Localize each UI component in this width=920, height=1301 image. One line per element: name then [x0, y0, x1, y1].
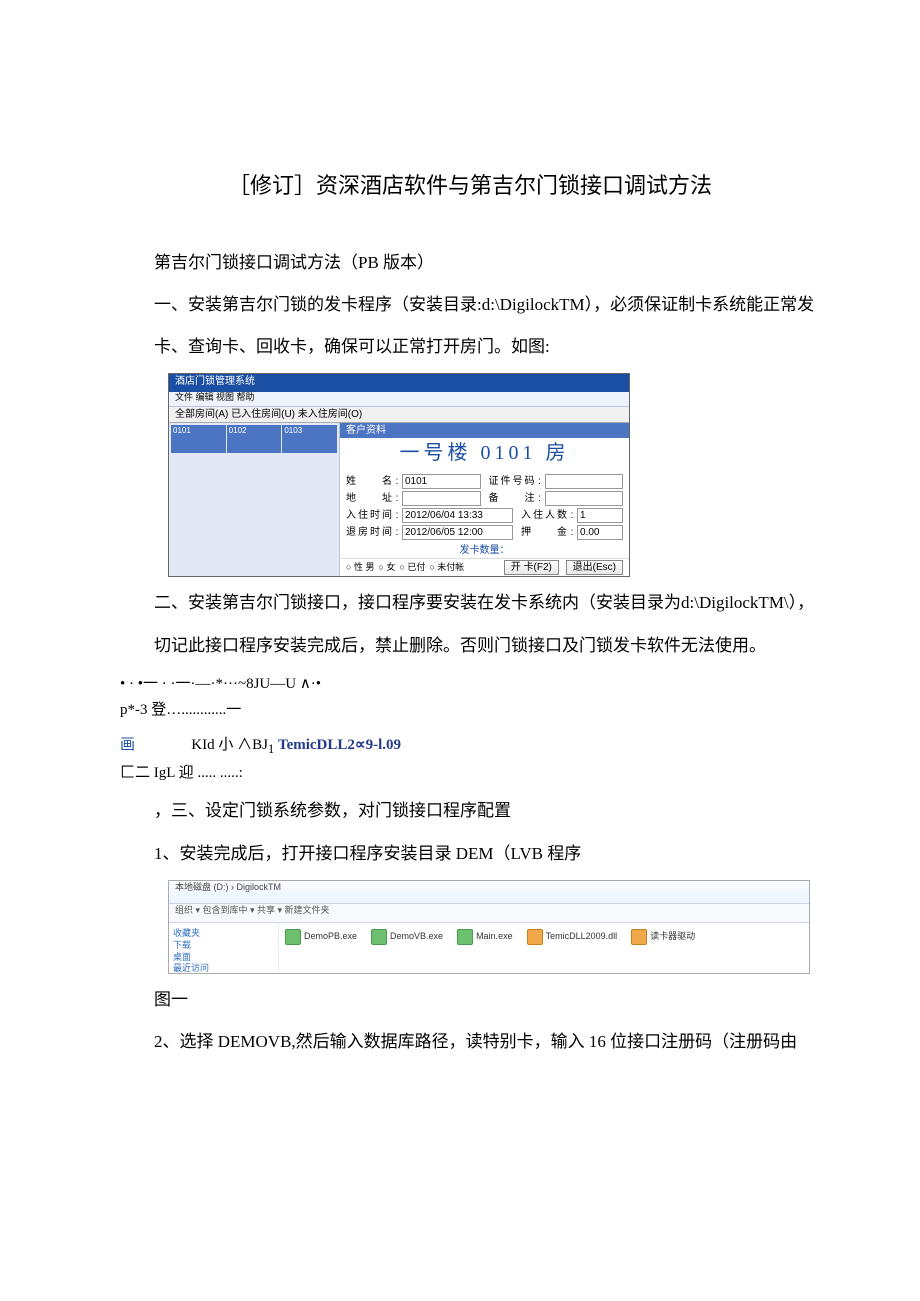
- figure-caption: 图一: [120, 984, 820, 1016]
- sidebar-link[interactable]: 收藏夹: [173, 929, 274, 939]
- exe-icon: [285, 929, 301, 945]
- remark-input[interactable]: [545, 491, 624, 506]
- num-input[interactable]: 1: [577, 508, 623, 523]
- name-input[interactable]: 0101: [402, 474, 481, 489]
- checkin-input[interactable]: 2012/06/04 13:33: [402, 508, 513, 523]
- explorer-sidebar: 收藏夹 下载 桌面 最近访问: [169, 923, 279, 973]
- radio-option[interactable]: ○ 已付: [399, 563, 425, 573]
- checkin-label: 入住时间: [346, 510, 392, 521]
- id-label: 证件号码: [489, 476, 535, 487]
- paragraph-step3: ，三、设定门锁系统参数，对门锁接口程序配置: [120, 795, 820, 827]
- paragraph-step3-2: 2、选择 DEMOVB,然后输入数据库路径，读特别卡，输入 16 位接口注册码（…: [120, 1026, 820, 1058]
- dll-icon: [527, 929, 543, 945]
- room-card[interactable]: 0102: [227, 425, 282, 453]
- screenshot-2: 本地磁盘 (D:) › DigilockTM 组织 ▾ 包含到库中 ▾ 共享 ▾…: [168, 880, 810, 974]
- frag-mid: KId 小 ∧BJ1: [191, 737, 274, 753]
- card-qty-label: 发卡数量：: [340, 544, 629, 558]
- file-item[interactable]: DemoPB.exe: [285, 929, 357, 945]
- checkout-label: 退房时间: [346, 527, 392, 538]
- sidebar-link[interactable]: 下载: [173, 941, 274, 951]
- deposit-input[interactable]: 0.00: [577, 525, 623, 540]
- window-titlebar: 酒店门锁管理系统: [169, 374, 629, 392]
- file-item[interactable]: 读卡器驱动: [631, 929, 695, 945]
- screenshot-1: 酒店门锁管理系统 文件 编辑 视图 帮助 全部房间(A) 已入住房间(U) 未入…: [168, 373, 630, 577]
- name-label: 姓 名: [346, 476, 392, 487]
- id-input[interactable]: [545, 474, 624, 489]
- exe-icon: [457, 929, 473, 945]
- explorer-toolbar[interactable]: 组织 ▾ 包含到库中 ▾ 共享 ▾ 新建文件夹: [169, 904, 809, 923]
- room-card[interactable]: 0103: [282, 425, 337, 453]
- file-pane: DemoPB.exe DemoVB.exe Main.exe TemicDLL2…: [279, 923, 809, 973]
- radio-group[interactable]: ○ 性 男 ○ 女 ○ 已付 ○ 未付帐: [346, 563, 466, 573]
- radio-option[interactable]: ○ 未付帐: [429, 563, 464, 573]
- panel-caption: 客户资料: [340, 423, 629, 438]
- paragraph-intro: 第吉尔门锁接口调试方法（PB 版本）: [120, 247, 820, 279]
- guest-form: 姓 名: 0101 证件号码: 地 址: 备 注: 入住时间: 2012: [340, 470, 629, 544]
- file-item[interactable]: DemoVB.exe: [371, 929, 443, 945]
- ocr-fragment: p*-3 登…............一: [120, 698, 820, 722]
- radio-option[interactable]: ○ 女: [378, 563, 395, 573]
- addr-label: 地 址: [346, 493, 392, 504]
- checkout-input[interactable]: 2012/06/05 12:00: [402, 525, 513, 540]
- paragraph-step3-1: 1、安装完成后，打开接口程序安装目录 DEM（LVB 程序: [120, 838, 820, 870]
- folder-icon: [631, 929, 647, 945]
- ocr-fragment: • · •一 · ·一·—·*···~8JU—U ∧·•: [120, 672, 820, 696]
- ocr-fragment: 画 KId 小 ∧BJ1 TemicDLL2∝9-l.09: [120, 724, 820, 759]
- paragraph-step2b: 切记此接口程序安装完成后，禁止删除。否则门锁接口及门锁发卡软件无法使用。: [120, 630, 820, 662]
- addr-input[interactable]: [402, 491, 481, 506]
- paragraph-step1b: 卡、查询卡、回收卡，确保可以正常打开房门。如图:: [120, 331, 820, 363]
- frag-dllname: TemicDLL2∝9-l.09: [278, 737, 401, 753]
- radio-option[interactable]: ○ 性 男: [346, 563, 374, 573]
- sidebar-link[interactable]: 桌面: [173, 953, 274, 963]
- frag-prefix: 画: [120, 737, 135, 753]
- num-label: 入住人数: [521, 510, 567, 521]
- paragraph-step1: 一、安装第吉尔门锁的发卡程序（安装目录:d:\DigilockTM），必须保证制…: [120, 289, 820, 321]
- open-card-button[interactable]: 开 卡(F2): [504, 560, 559, 575]
- room-title: 一号楼 0101 房: [340, 438, 629, 470]
- room-list-panel: 0101 0102 0103: [169, 423, 339, 576]
- exe-icon: [371, 929, 387, 945]
- sidebar-link[interactable]: 最近访问: [173, 964, 274, 974]
- explorer-address[interactable]: 本地磁盘 (D:) › DigilockTM: [169, 881, 809, 904]
- deposit-label: 押 金: [521, 527, 567, 538]
- remark-label: 备 注: [489, 493, 535, 504]
- exit-button[interactable]: 退出(Esc): [566, 560, 623, 575]
- window-menubar: 文件 编辑 视图 帮助: [169, 392, 629, 407]
- paragraph-step2: 二、安装第吉尔门锁接口，接口程序要安装在发卡系统内（安装目录为d:\Digilo…: [120, 587, 820, 619]
- file-item[interactable]: TemicDLL2009.dll: [527, 929, 618, 945]
- ocr-fragment: 匚二 IgL 迎 ..... .....:: [120, 761, 820, 785]
- room-tabs[interactable]: 全部房间(A) 已入住房间(U) 未入住房间(O): [169, 407, 629, 423]
- room-card[interactable]: 0101: [171, 425, 226, 453]
- doc-title: ［修订］资深酒店软件与第吉尔门锁接口调试方法: [120, 165, 820, 207]
- file-item[interactable]: Main.exe: [457, 929, 513, 945]
